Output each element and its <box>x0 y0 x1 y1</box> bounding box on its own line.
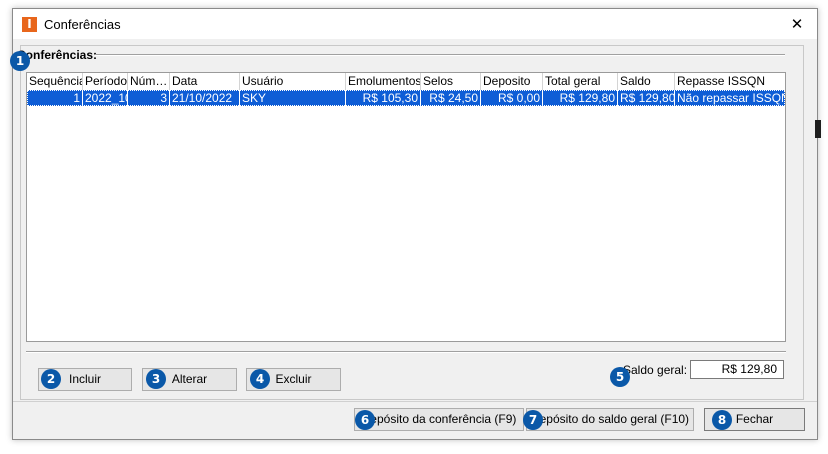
conferencias-grid[interactable]: Sequência Período Núm… Data Usuário Emol… <box>26 72 786 342</box>
col-header-saldo[interactable]: Saldo <box>618 73 675 90</box>
col-header-periodo[interactable]: Período <box>83 73 128 90</box>
callout-badge-3: 3 <box>146 369 166 389</box>
callout-badge-4: 4 <box>250 369 270 389</box>
callout-badge-2: 2 <box>41 369 61 389</box>
saldo-geral-label: Saldo geral: <box>623 363 688 377</box>
deposito-conferencia-button[interactable]: Depósito da conferência (F9) <box>354 408 524 431</box>
alterar-label: Alterar <box>171 372 208 386</box>
excluir-label: Excluir <box>275 372 312 386</box>
deposito-saldo-geral-label: Depósito do saldo geral (F10) <box>530 412 690 426</box>
title-bar: I Conferências ✕ <box>13 9 817 39</box>
cell-sequencia: 1 <box>27 90 83 106</box>
callout-badge-5: 5 <box>610 367 630 387</box>
cell-deposito: R$ 0,00 <box>481 90 543 106</box>
cell-numero: 3 <box>128 90 170 106</box>
window-title: Conferências <box>44 17 121 32</box>
close-button[interactable]: ✕ <box>777 9 817 39</box>
cell-selos: R$ 24,50 <box>421 90 481 106</box>
callout-badge-1: 1 <box>10 51 30 71</box>
col-header-selos[interactable]: Selos <box>421 73 481 90</box>
table-row[interactable]: 1 2022_10 3 21/10/2022 SKY R$ 105,30 R$ … <box>27 90 785 106</box>
cell-emolumentos: R$ 105,30 <box>346 90 421 106</box>
cell-usuario: SKY <box>240 90 346 106</box>
cell-repasse-issqn: Não repassar ISSQN <box>677 91 785 105</box>
cell-data: 21/10/2022 <box>170 90 240 106</box>
col-header-sequencia[interactable]: Sequência <box>27 73 83 90</box>
callout-badge-7: 7 <box>523 410 543 430</box>
cell-saldo: R$ 129,80 <box>620 90 675 106</box>
callout-badge-6: 6 <box>355 410 375 430</box>
cell-periodo: 2022_10 <box>85 90 128 106</box>
footer-divider <box>13 401 817 402</box>
col-header-usuario[interactable]: Usuário <box>240 73 346 90</box>
col-header-data[interactable]: Data <box>170 73 240 90</box>
col-header-emolumentos[interactable]: Emolumentos <box>346 73 421 90</box>
col-header-total-geral[interactable]: Total geral <box>543 73 618 90</box>
grid-header: Sequência Período Núm… Data Usuário Emol… <box>27 73 785 91</box>
col-header-deposito[interactable]: Deposito <box>481 73 543 90</box>
callout-badge-8: 8 <box>712 410 732 430</box>
deposito-saldo-geral-button[interactable]: Depósito do saldo geral (F10) <box>526 408 694 431</box>
actions-divider <box>26 351 786 353</box>
incluir-label: Incluir <box>68 372 101 386</box>
group-divider <box>95 54 785 56</box>
background-window-edge <box>815 120 821 138</box>
saldo-geral-field[interactable]: R$ 129,80 <box>690 360 784 379</box>
fechar-label: Fechar <box>735 412 774 426</box>
cell-total-geral: R$ 129,80 <box>543 90 618 106</box>
app-icon: I <box>22 17 37 32</box>
col-header-repasse-issqn[interactable]: Repasse ISSQN <box>675 73 785 90</box>
deposito-conferencia-label: Depósito da conferência (F9) <box>361 412 517 426</box>
col-header-numero[interactable]: Núm… <box>128 73 170 90</box>
